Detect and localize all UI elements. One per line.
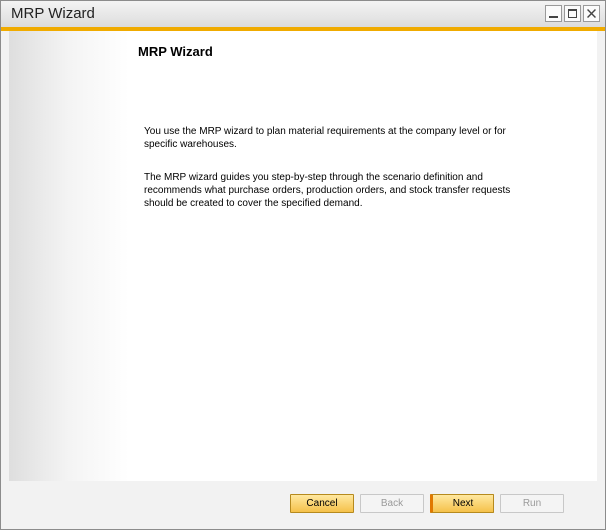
back-button[interactable]: Back xyxy=(360,494,424,513)
maximize-button[interactable] xyxy=(564,5,581,22)
next-button[interactable]: Next xyxy=(430,494,494,513)
run-button[interactable]: Run xyxy=(500,494,564,513)
mrp-wizard-window: MRP Wizard MRP Wizard You use the MRP wi… xyxy=(0,0,606,530)
window-controls xyxy=(545,5,600,22)
close-button[interactable] xyxy=(583,5,600,22)
cancel-button[interactable]: Cancel xyxy=(290,494,354,513)
close-icon xyxy=(587,9,596,18)
minimize-button[interactable] xyxy=(545,5,562,22)
description-paragraph: The MRP wizard guides you step-by-step t… xyxy=(144,172,511,209)
intro-paragraph: You use the MRP wizard to plan material … xyxy=(144,126,506,150)
wizard-content-panel: MRP Wizard You use the MRP wizard to pla… xyxy=(9,31,597,481)
maximize-icon xyxy=(568,9,577,18)
wizard-heading: MRP Wizard xyxy=(138,44,213,59)
title-bar[interactable]: MRP Wizard xyxy=(1,1,605,27)
window-title: MRP Wizard xyxy=(11,5,95,22)
button-bar: Cancel Back Next Run xyxy=(9,481,597,522)
minimize-icon xyxy=(549,16,558,18)
